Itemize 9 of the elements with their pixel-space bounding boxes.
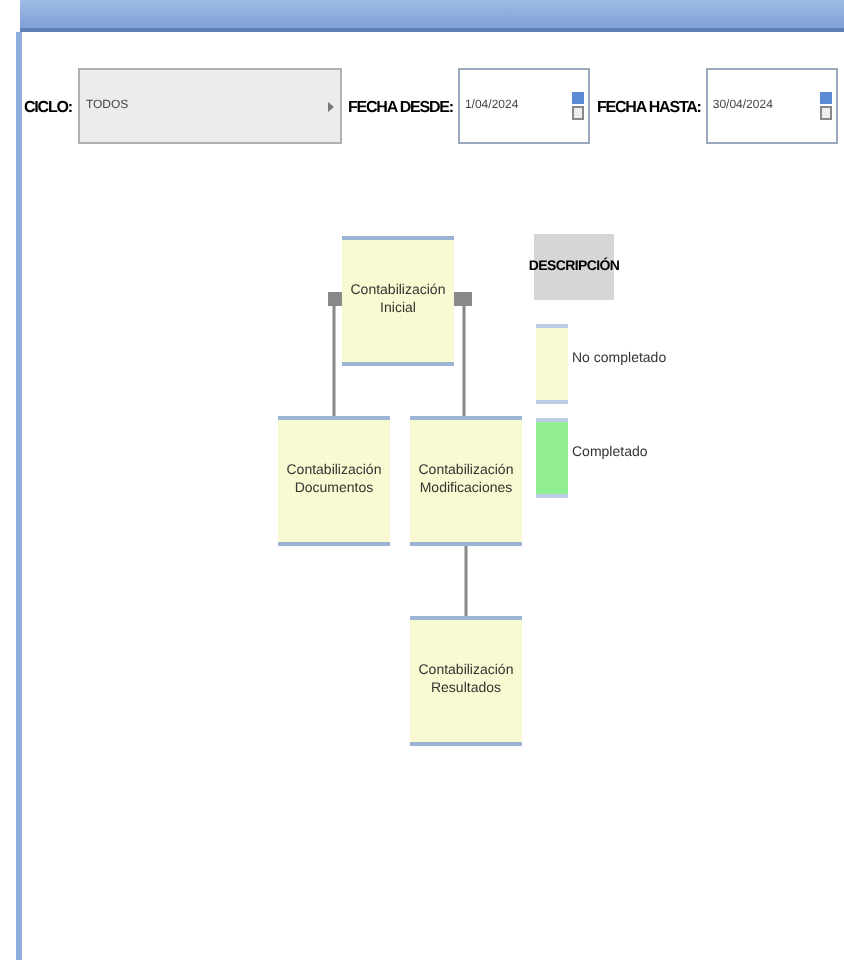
cycle-label: CICLO:	[24, 97, 72, 115]
connector-line	[328, 292, 342, 416]
date-to-label: FECHA HASTA:	[596, 97, 701, 115]
connector-line	[454, 292, 472, 416]
spinner-icon[interactable]	[572, 92, 585, 120]
spinner-icon[interactable]	[820, 92, 833, 120]
date-from-label: FECHA DESDE:	[347, 97, 453, 115]
connector-line	[464, 546, 468, 616]
caret-icon	[327, 101, 334, 111]
